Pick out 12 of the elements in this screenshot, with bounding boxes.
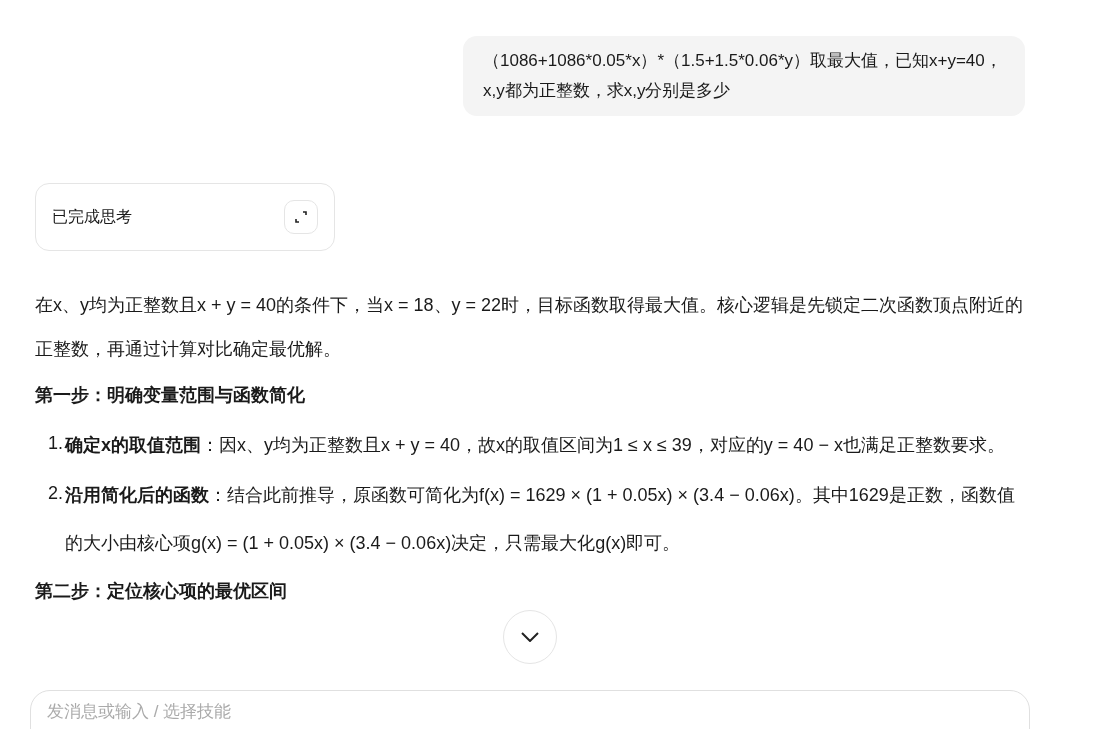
chevron-down-icon [521,632,539,642]
list-item-text: 确定x的取值范围：因x、y均为正整数且x + y = 40，故x的取值区间为1 ≤ x ≤ 39，对应的y = 40 − x也满足正整数要求。 [65,434,1006,457]
section-heading: 第一步：明确变量范围与函数简化 [35,384,305,407]
section-heading: 第二步：定位核心项的最优区间 [35,580,287,603]
list-item-text: 沿用简化后的函数：结合此前推导，原函数可简化为f(x) = 1629 × (1 + 0.05x) × (3.4 − 0.06x)。其中1629是正数，函数值的大小由核心项g(x) = (1 + 0.05x) × (3.4 − 0.06x)决定，只需最大化g(x)即可。 [65,484,1016,555]
list-number: 2. [47,482,64,505]
thinking-card[interactable]: 已完成思考 [35,183,335,251]
answer-paragraph: 在x、y均为正整数且x + y = 40的条件下，当x = 18、y = 22时，目标函数取得最大值。核心逻辑是先锁定二次函数顶点附近的正整数，再通过计算对比确定最优解。 [35,294,1025,361]
user-message: （1086+1086*0.05*x）*（1.5+1.5*0.06*y）取最大值，已知x+y=40，x,y都为正整数，求x,y分别是多少 [463,36,1025,116]
expand-icon[interactable] [284,200,318,234]
list-number: 1. [47,432,64,455]
message-input[interactable]: 发消息或输入 / 选择技能 [30,690,1030,729]
